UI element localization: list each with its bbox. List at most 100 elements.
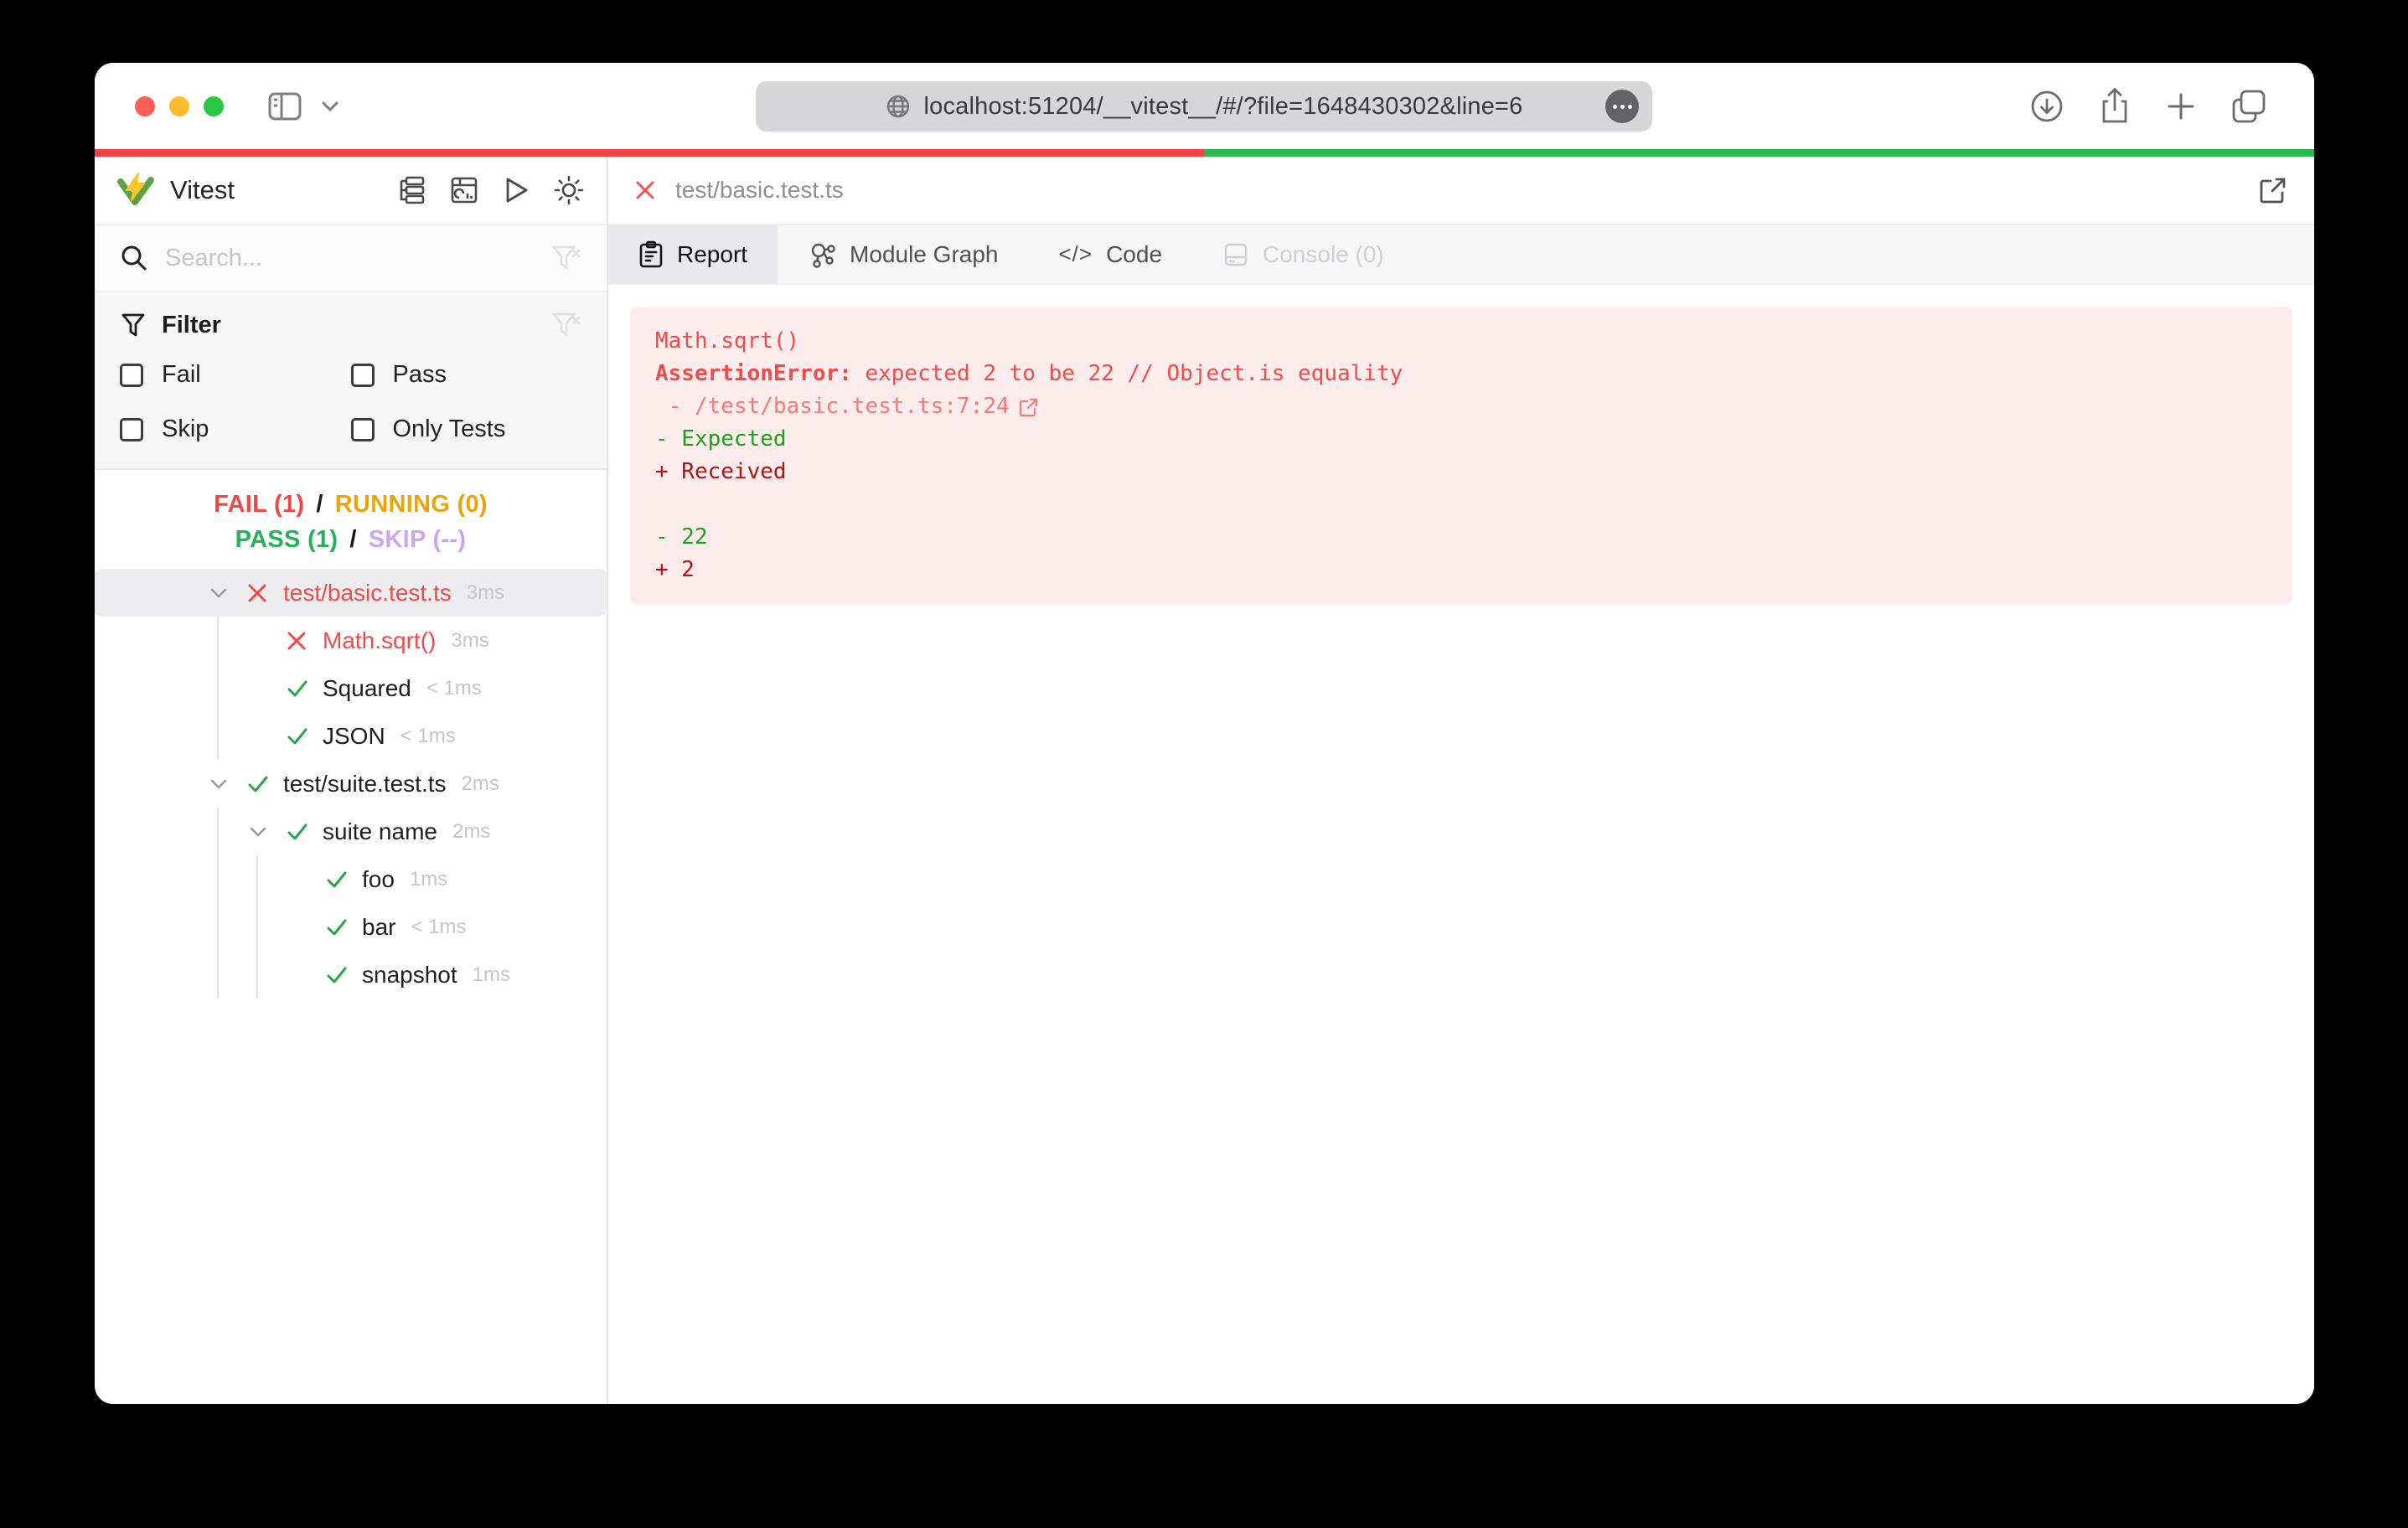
error-line — [655, 488, 2267, 521]
tree-row-suite-name[interactable]: suite name 2ms — [95, 808, 607, 855]
tree-indent-guide — [217, 808, 219, 855]
tab-label: Console (0) — [1263, 241, 1384, 268]
error-text: expected 2 to be 22 // Object.is equalit… — [852, 358, 1403, 390]
new-tab-icon[interactable] — [2165, 90, 2197, 122]
error-line: - 22 — [655, 521, 2267, 554]
sidebar-toggle-icon[interactable] — [267, 91, 302, 121]
funnel-icon — [120, 312, 147, 338]
tree-indent-guide — [217, 617, 219, 664]
download-icon[interactable] — [2029, 89, 2064, 124]
traffic-lights — [135, 96, 224, 116]
tree-row-foo[interactable]: foo1ms — [95, 855, 607, 903]
tree-indent-guide — [256, 951, 258, 999]
filter-option-only-tests[interactable]: Only Tests — [351, 416, 582, 443]
filter-option-skip[interactable]: Skip — [120, 416, 351, 443]
more-dots-icon[interactable] — [1605, 90, 1639, 123]
dashboard-icon[interactable] — [449, 175, 479, 205]
test-name: bar — [362, 914, 395, 941]
error-text: Math.sqrt() — [655, 325, 799, 358]
test-duration: 2ms — [452, 820, 490, 844]
test-name: foo — [362, 866, 395, 893]
error-text: + Received — [655, 456, 787, 488]
tree-indent-guide — [217, 712, 219, 760]
error-text: - /test/basic.test.ts:7:24 — [655, 390, 1010, 423]
tab-console-0-[interactable]: Console (0) — [1192, 225, 1414, 283]
tree-row-bar[interactable]: bar < 1ms — [95, 903, 607, 951]
chevron-down-icon[interactable] — [321, 101, 339, 112]
tree-row-squared[interactable]: Squared< 1ms — [95, 664, 607, 712]
close-window-button[interactable] — [135, 96, 155, 116]
tab-module-graph[interactable]: Module Graph — [778, 225, 1028, 283]
pass-status-icon — [286, 820, 323, 844]
filter-option-pass[interactable]: Pass — [351, 361, 582, 389]
test-name: test/basic.test.ts — [283, 580, 452, 607]
tree-row-test-suite-test-ts[interactable]: test/suite.test.ts 2ms — [95, 760, 607, 808]
checkbox[interactable] — [351, 418, 375, 441]
sidebar: Vitest — [95, 157, 608, 1404]
chevron-down-icon[interactable] — [248, 825, 286, 839]
share-icon[interactable] — [2098, 87, 2132, 126]
error-text: + 2 — [655, 554, 695, 586]
code-icon: </> — [1058, 241, 1093, 267]
tab-overview-icon[interactable] — [2230, 89, 2267, 124]
test-duration: 2ms — [462, 772, 499, 796]
test-name: test/suite.test.ts — [283, 771, 447, 798]
test-name: JSON — [323, 723, 385, 750]
tree-indent-guide — [217, 664, 219, 712]
minimize-window-button[interactable] — [169, 96, 189, 116]
error-line: AssertionError: expected 2 to be 22 // O… — [655, 358, 2267, 390]
browser-window: localhost:51204/__vitest__/#/?file=16484… — [95, 63, 2314, 1404]
zoom-window-button[interactable] — [204, 96, 224, 116]
progress-fail-segment — [95, 149, 1205, 157]
status-part: RUNNING (0) — [335, 491, 488, 518]
pass-status-icon — [325, 963, 362, 987]
open-in-editor-icon[interactable] — [1018, 396, 1040, 418]
tree-row-math-sqrt-[interactable]: Math.sqrt()3ms — [95, 617, 607, 664]
tab-label: Report — [677, 241, 747, 268]
tab-code[interactable]: </> Code — [1028, 225, 1192, 283]
test-name: Math.sqrt() — [323, 627, 436, 654]
open-file-name: test/basic.test.ts — [675, 177, 844, 204]
tree-indent-guide — [217, 951, 219, 999]
chevron-down-icon[interactable] — [209, 777, 246, 791]
graph-icon — [808, 240, 836, 269]
pass-status-icon — [286, 677, 323, 700]
test-name: suite name — [323, 818, 437, 845]
run-summary: FAIL (1)/RUNNING (0)PASS (1)/SKIP (--) — [95, 470, 607, 565]
browser-toolbar: localhost:51204/__vitest__/#/?file=16484… — [95, 63, 2314, 149]
clear-filter-icon[interactable] — [551, 311, 581, 339]
tab-label: Code — [1106, 241, 1162, 268]
checkbox[interactable] — [120, 418, 143, 441]
run-all-icon[interactable] — [502, 175, 530, 205]
pass-status-icon — [325, 868, 362, 891]
tree-row-json[interactable]: JSON< 1ms — [95, 712, 607, 760]
chevron-down-icon[interactable] — [209, 586, 246, 600]
checkbox[interactable] — [351, 364, 375, 387]
theme-toggle-icon[interactable] — [553, 174, 585, 206]
checkbox[interactable] — [120, 364, 143, 387]
tree-view-icon[interactable] — [396, 175, 426, 205]
open-in-editor-icon[interactable] — [2257, 174, 2289, 206]
tree-row-test-basic-test-ts[interactable]: test/basic.test.ts 3ms — [95, 569, 607, 617]
test-duration: < 1ms — [411, 916, 466, 939]
test-duration: 3ms — [467, 581, 504, 605]
tab-label: Module Graph — [850, 241, 998, 268]
error-text: - 22 — [655, 521, 708, 554]
tab-report[interactable]: Report — [608, 225, 778, 283]
filter-option-fail[interactable]: Fail — [120, 361, 351, 389]
progress-pass-segment — [1205, 149, 2315, 157]
tree-row-snapshot[interactable]: snapshot1ms — [95, 951, 607, 999]
search-input[interactable] — [165, 245, 535, 272]
error-line: Math.sqrt() — [655, 325, 2267, 358]
address-bar[interactable]: localhost:51204/__vitest__/#/?file=16484… — [756, 81, 1652, 132]
error-text: - Expected — [655, 423, 787, 456]
status-part: SKIP (--) — [369, 526, 467, 553]
status-part: FAIL (1) — [214, 491, 304, 518]
clear-search-filter-icon[interactable] — [551, 244, 581, 272]
error-report-panel: Math.sqrt()AssertionError: expected 2 to… — [630, 307, 2292, 605]
error-text: AssertionError: — [655, 358, 852, 390]
status-part: / — [316, 491, 323, 518]
error-line: + 2 — [655, 554, 2267, 586]
pass-status-icon — [286, 725, 323, 748]
globe-icon — [885, 93, 912, 120]
